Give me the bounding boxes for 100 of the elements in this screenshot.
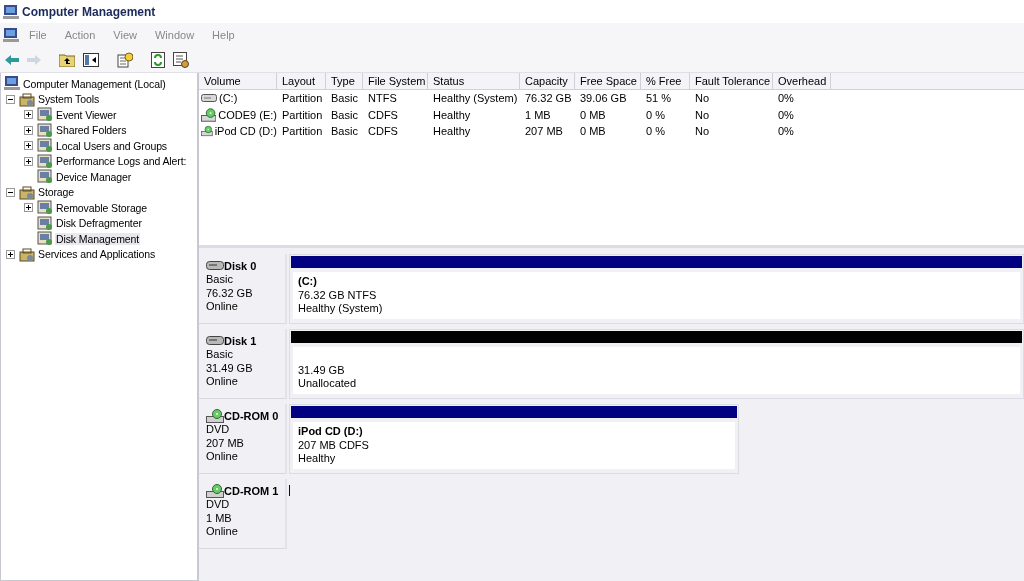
table-cell: 0 % [646,125,665,138]
tree-item[interactable]: Storage [37,186,76,199]
window-title: Computer Management [22,4,156,19]
partition-block[interactable]: iPod CD (D:) 207 MB CDFS Healthy [289,404,739,474]
tree-item[interactable]: Shared Folders [55,124,128,137]
table-cell: Healthy [433,108,471,121]
export-list-icon[interactable] [173,51,189,68]
computer-icon [4,76,20,92]
table-cell: Healthy (System) [433,92,518,105]
table-cell: 51 % [646,92,672,105]
collapse-icon[interactable] [6,94,15,104]
disk-type: DVD [206,423,231,437]
tree-item[interactable]: Computer Management (Local) [22,77,167,90]
folder-up-icon[interactable] [59,52,75,67]
disk-status: Online [206,450,239,464]
partition-status: Healthy (System) [298,302,384,316]
disk-name: CD-ROM 0 [224,409,279,422]
table-cell: 0% [778,108,794,121]
column-header[interactable]: Free Space [575,73,641,90]
table-cell: CODE9 (E:) [218,108,277,121]
partition-status: Healthy [298,452,337,466]
column-header[interactable]: Layout [277,73,326,90]
computer-icon[interactable] [3,27,19,43]
table-cell: Partition [282,92,323,105]
tree-item[interactable]: Services and Applications [37,248,157,261]
column-header[interactable]: Fault Tolerance [690,73,773,90]
cd-drive-icon [206,483,224,498]
expand-icon[interactable] [24,125,33,135]
table-cell: No [695,125,710,138]
tool-icon [37,215,53,231]
disk-size: 76.32 GB [206,286,254,300]
back-arrow-icon[interactable] [5,54,19,65]
disk-status: Online [206,525,239,539]
table-cell: NTFS [368,92,397,105]
disk-type: Basic [206,273,234,287]
column-header[interactable]: Overhead [773,73,831,90]
expand-icon[interactable] [24,156,33,166]
disk-status: Online [206,375,239,389]
properties-help-icon[interactable] [117,51,133,68]
menu-item[interactable]: View [105,29,145,41]
column-header[interactable]: Type [326,73,363,90]
table-cell: Basic [331,92,358,105]
table-cell: iPod CD (D:) [214,125,277,138]
column-header[interactable]: Status [428,73,520,90]
computer-icon [3,3,19,20]
disk-size: 207 MB [206,436,245,450]
disk-size: 1 MB [206,511,233,525]
collapse-icon[interactable] [6,187,15,197]
tree-item[interactable]: Local Users and Groups [55,139,169,152]
tool-icon [37,200,53,216]
disk-status: Online [206,300,239,314]
partition-detail: 207 MB CDFS [298,438,370,452]
tool-icon [37,122,53,138]
expand-icon[interactable] [24,141,33,151]
disk-name: Disk 0 [224,259,257,272]
table-cell: (C:) [219,92,238,105]
toolbox-icon [19,91,35,107]
cd-drive-icon [206,408,224,423]
tree-item[interactable]: Removable Storage [55,201,149,214]
empty-marker [289,485,290,496]
tool-icon [37,231,53,247]
table-cell: Basic [331,125,358,138]
column-header[interactable]: File System [363,73,428,90]
tree-item[interactable]: System Tools [37,93,101,106]
tree-item[interactable]: Event Viewer [55,108,118,121]
disk-type: DVD [206,498,231,512]
table-cell: 1 MB [525,108,551,121]
table-cell: 76.32 GB [525,92,572,105]
disk-name: CD-ROM 1 [224,484,279,497]
expand-icon[interactable] [6,249,15,259]
table-cell: 0% [778,92,794,105]
table-cell: 39.06 GB [580,92,627,105]
table-cell: 0% [778,125,794,138]
expand-icon[interactable] [24,203,33,213]
partition-block[interactable]: (C:) 76.32 GB NTFS Healthy (System) [289,254,1024,324]
refresh-icon[interactable] [151,51,165,68]
expand-icon[interactable] [24,110,33,120]
partition-label: (C:) [298,275,318,289]
table-cell: 0 MB [580,125,606,138]
column-header[interactable]: % Free [641,73,690,90]
tree-item[interactable]: Device Manager [55,170,133,183]
tree-item[interactable]: Disk Management [55,232,141,245]
disk-name: Disk 1 [224,334,257,347]
table-cell: Basic [331,108,358,121]
tree-item[interactable]: Performance Logs and Alert: [55,155,188,168]
disk-type: Basic [206,348,234,362]
table-cell: 207 MB [525,125,563,138]
tree-toggle-icon[interactable] [83,52,99,67]
tree-item[interactable]: Disk Defragmenter [55,217,143,230]
toolbox-icon [19,246,35,262]
table-cell: No [695,92,710,105]
toolbox-icon [19,184,35,200]
tool-icon [37,153,53,169]
column-header[interactable]: Capacity [520,73,575,90]
column-header[interactable]: Volume [199,73,277,90]
table-cell: 0 % [646,108,665,121]
table-cell: 0 MB [580,108,606,121]
partition-block[interactable]: 31.49 GB Unallocated [289,329,1024,399]
partition-status: Unallocated [298,377,358,391]
table-cell: Partition [282,125,323,138]
